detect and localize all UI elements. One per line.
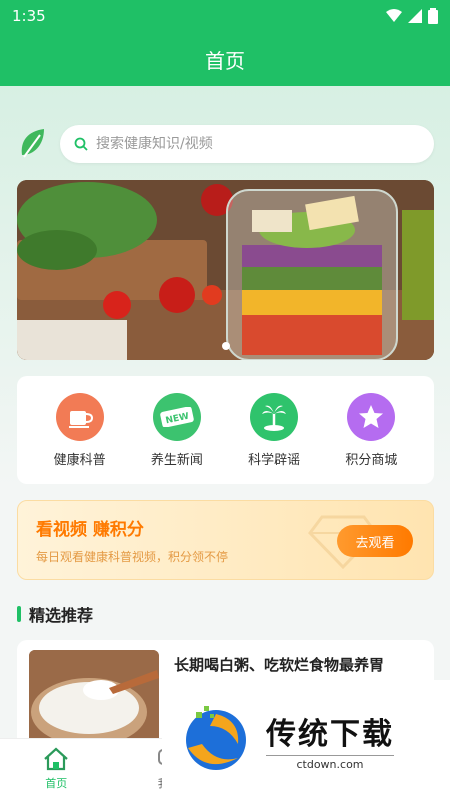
menu-item-rumor-busting[interactable]: 科学辟谣 (234, 392, 314, 468)
wifi-icon (386, 9, 402, 22)
section-title: 精选推荐 (29, 606, 94, 625)
star-icon (347, 392, 396, 441)
menu-label: 积分商城 (345, 452, 398, 468)
search-input[interactable] (96, 136, 376, 152)
search-box[interactable] (60, 125, 434, 163)
menu-label: 科学辟谣 (248, 452, 301, 468)
status-bar: 1:35 (0, 0, 450, 32)
carousel-dots (17, 342, 434, 350)
section-header: 精选推荐 (17, 602, 93, 626)
section-accent-bar (17, 606, 21, 622)
carousel-dot[interactable] (221, 342, 230, 350)
leaf-logo-icon (16, 124, 50, 164)
menu-item-health-news[interactable]: NEW 养生新闻 (137, 392, 217, 468)
watermark-logo-icon (186, 706, 246, 770)
header: 首页 (0, 32, 450, 86)
menu-item-health-science[interactable]: 健康科普 (40, 392, 120, 468)
watch-button[interactable]: 去观看 (337, 525, 413, 557)
banner-carousel[interactable] (17, 180, 434, 360)
watermark-url: ctdown.com (266, 755, 394, 771)
feature-menu: 健康科普 NEW 养生新闻 科学辟谣 积分商城 (17, 376, 434, 484)
tab-label: 首页 (45, 777, 68, 790)
menu-label: 健康科普 (53, 452, 106, 468)
status-icons (386, 8, 438, 24)
battery-icon (428, 8, 438, 24)
article-title: 长期喝白粥、吃软烂食物最养胃 (174, 656, 385, 674)
tab-home[interactable]: 首页 (0, 739, 113, 800)
cup-icon (55, 392, 104, 441)
watermark: 传统下载 ctdown.com (162, 680, 450, 800)
status-time: 1:35 (12, 7, 46, 25)
article-thumbnail (29, 650, 159, 746)
watermark-text: 传统下载 ctdown.com (266, 709, 394, 771)
palm-island-icon (250, 392, 299, 441)
signal-icon (408, 9, 422, 23)
menu-item-points-mall[interactable]: 积分商城 (331, 392, 411, 468)
promo-banner[interactable]: 看视频 赚积分 每日观看健康科普视频，积分领不停 去观看 (17, 500, 434, 580)
search-icon (74, 137, 88, 151)
page-title: 首页 (205, 48, 245, 73)
banner-image (17, 180, 434, 360)
watermark-title: 传统下载 (266, 717, 394, 752)
menu-label: 养生新闻 (150, 452, 203, 468)
search-row (16, 124, 434, 164)
home-icon (44, 747, 68, 771)
new-badge-icon: NEW (152, 392, 201, 441)
